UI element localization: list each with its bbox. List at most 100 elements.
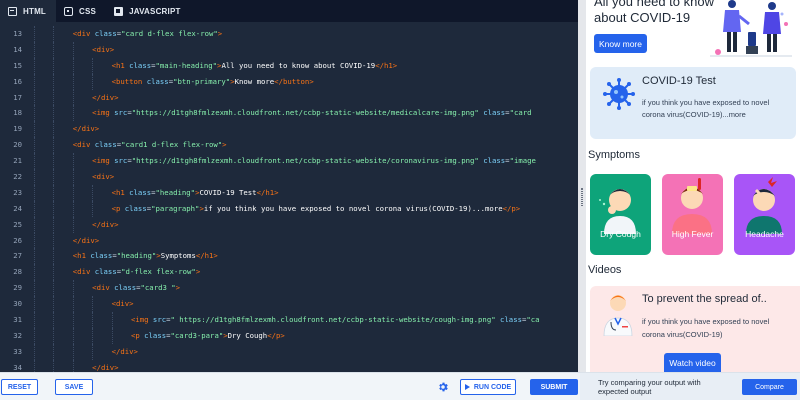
tab-html-label: HTML (23, 6, 47, 16)
code-line[interactable]: 18 <img src="https://d1tgh8fmlzexmh.cloud… (0, 105, 578, 122)
line-number: 24 (13, 203, 22, 213)
code-token: " https://d1tgh8fmlzexmh.cloudfront.net/… (170, 315, 496, 325)
code-line[interactable]: 17 </div> (0, 89, 578, 106)
cough-illustration (599, 189, 636, 234)
indent-guide (53, 153, 72, 170)
code-lines[interactable]: 13 <div class="card d-flex flex-row"> 14 <d… (0, 26, 578, 372)
code-token: COVID-19 Test (199, 187, 257, 197)
indent-guide (34, 280, 53, 297)
indent-guide (53, 280, 72, 297)
code-token: "ca (526, 315, 540, 325)
code-line[interactable]: 31 <img src=" https://d1tgh8fmlzexmh.clou… (0, 312, 578, 328)
code-token: <img (130, 315, 153, 325)
code-token: class (483, 156, 506, 166)
run-code-button[interactable]: RUN CODE (460, 379, 516, 395)
code-line[interactable]: 23 <h1 class="heading">COVID-19 Test</h1> (0, 184, 578, 201)
symptom-label: High Fever (671, 229, 714, 239)
indent-guide (72, 89, 92, 106)
gear-icon[interactable] (437, 381, 449, 393)
code-line[interactable]: 32 <p class="card3-para">Dry Cough</p> (0, 327, 578, 344)
indent-guide (34, 343, 53, 360)
watch-video-button[interactable]: Watch video (664, 353, 721, 372)
code-token: <h1 (111, 187, 130, 197)
code-line[interactable]: 30 <div> (0, 296, 578, 313)
tab-javascript[interactable]: JAVASCRIPT (106, 0, 191, 22)
line-number: 15 (13, 60, 22, 70)
code-token: class (146, 76, 169, 86)
drag-handle-icon[interactable] (581, 188, 583, 206)
indent-guide (34, 137, 53, 154)
indent-guide (34, 312, 53, 328)
code-text: <div> (34, 296, 578, 313)
code-line[interactable]: 29 <div class="card3 "> (0, 280, 578, 297)
medical-care-illustration (710, 0, 792, 57)
indent-guide (72, 216, 92, 233)
indent-guide (53, 41, 72, 58)
code-token: </div> (72, 235, 100, 245)
code-line[interactable]: 34 </div> (0, 359, 578, 372)
symptom-card-dry-cough: Dry Cough (590, 174, 651, 255)
line-number: 25 (13, 219, 22, 229)
indent-guide (53, 169, 72, 185)
code-text: </div> (34, 121, 578, 138)
line-number: 23 (13, 187, 22, 197)
code-token: <p (130, 330, 145, 340)
code-token: class (129, 187, 152, 197)
indent-guide (53, 200, 72, 217)
line-number: 28 (13, 267, 22, 277)
code-line[interactable]: 14 <div> (0, 41, 578, 58)
tab-html[interactable]: HTML (0, 0, 57, 22)
indent-guide (72, 200, 92, 217)
code-token: <div (72, 267, 95, 277)
code-token: </div> (92, 92, 119, 102)
indent-guide (53, 57, 72, 74)
code-line[interactable]: 22 <div> (0, 169, 578, 185)
code-line[interactable]: 33 </div> (0, 343, 578, 360)
code-line[interactable]: 28 <div class="d-flex flex-row"> (0, 264, 578, 281)
code-token: "heading" (116, 251, 157, 261)
code-token: > (222, 140, 227, 150)
line-number: 13 (13, 29, 22, 38)
indent-guide (34, 105, 53, 122)
code-editor[interactable]: HTML CSS JAVASCRIPT 13 <div class="card d… (0, 0, 578, 372)
code-token: <div (72, 29, 95, 38)
line-number: 14 (13, 44, 22, 54)
tab-css-label: CSS (79, 6, 97, 16)
indent-guide (34, 73, 53, 90)
code-token: <div> (92, 172, 115, 182)
reset-button[interactable]: RESET (1, 379, 38, 395)
indent-guide (53, 248, 72, 265)
submit-button[interactable]: SUBMIT (530, 379, 578, 395)
tab-css[interactable]: CSS (56, 0, 106, 22)
compare-button[interactable]: Compare (742, 379, 797, 395)
code-line[interactable]: 27 <h1 class="heading">Symptoms</h1> (0, 248, 578, 265)
code-line[interactable]: 13 <div class="card d-flex flex-row"> (0, 26, 578, 42)
code-token: Dry Cough (227, 330, 268, 340)
resize-divider[interactable] (578, 0, 586, 372)
save-button[interactable]: SAVE (55, 379, 93, 395)
code-text: <div class="card3 "> (34, 280, 578, 297)
code-line[interactable]: 19 </div> (0, 121, 578, 138)
know-more-button[interactable]: Know more (594, 34, 647, 53)
code-line[interactable]: 26 </div> (0, 232, 578, 249)
indent-guide (72, 169, 92, 185)
code-line[interactable]: 24 <p class="paragraph">if you think you … (0, 200, 578, 217)
code-text: </div> (34, 232, 578, 249)
code-token: src (114, 108, 128, 118)
code-line[interactable]: 16 <button class="btn-primary">Know more<… (0, 73, 578, 90)
code-line[interactable]: 15 <h1 class="main-heading">All you need … (0, 57, 578, 74)
indent-guide (72, 57, 92, 74)
code-token: </div> (92, 219, 119, 229)
code-line[interactable]: 20 <div class="card1 d-flex flex-row"> (0, 137, 578, 154)
code-token: > (217, 29, 223, 38)
code-line[interactable]: 25 </div> (0, 216, 578, 233)
line-number: 30 (13, 299, 22, 309)
indent-guide (34, 41, 53, 58)
code-token: "heading" (155, 187, 196, 197)
code-token: </div> (111, 346, 138, 356)
indent-guide (34, 200, 53, 217)
indent-guide (72, 359, 92, 372)
hero-card: All you need to know about COVID-19 Know… (586, 0, 800, 60)
editor-toolbar: RESET SAVE RUN CODE SUBMIT (0, 372, 580, 400)
code-line[interactable]: 21 <img src="https://d1tgh8fmlzexmh.cloud… (0, 153, 578, 170)
